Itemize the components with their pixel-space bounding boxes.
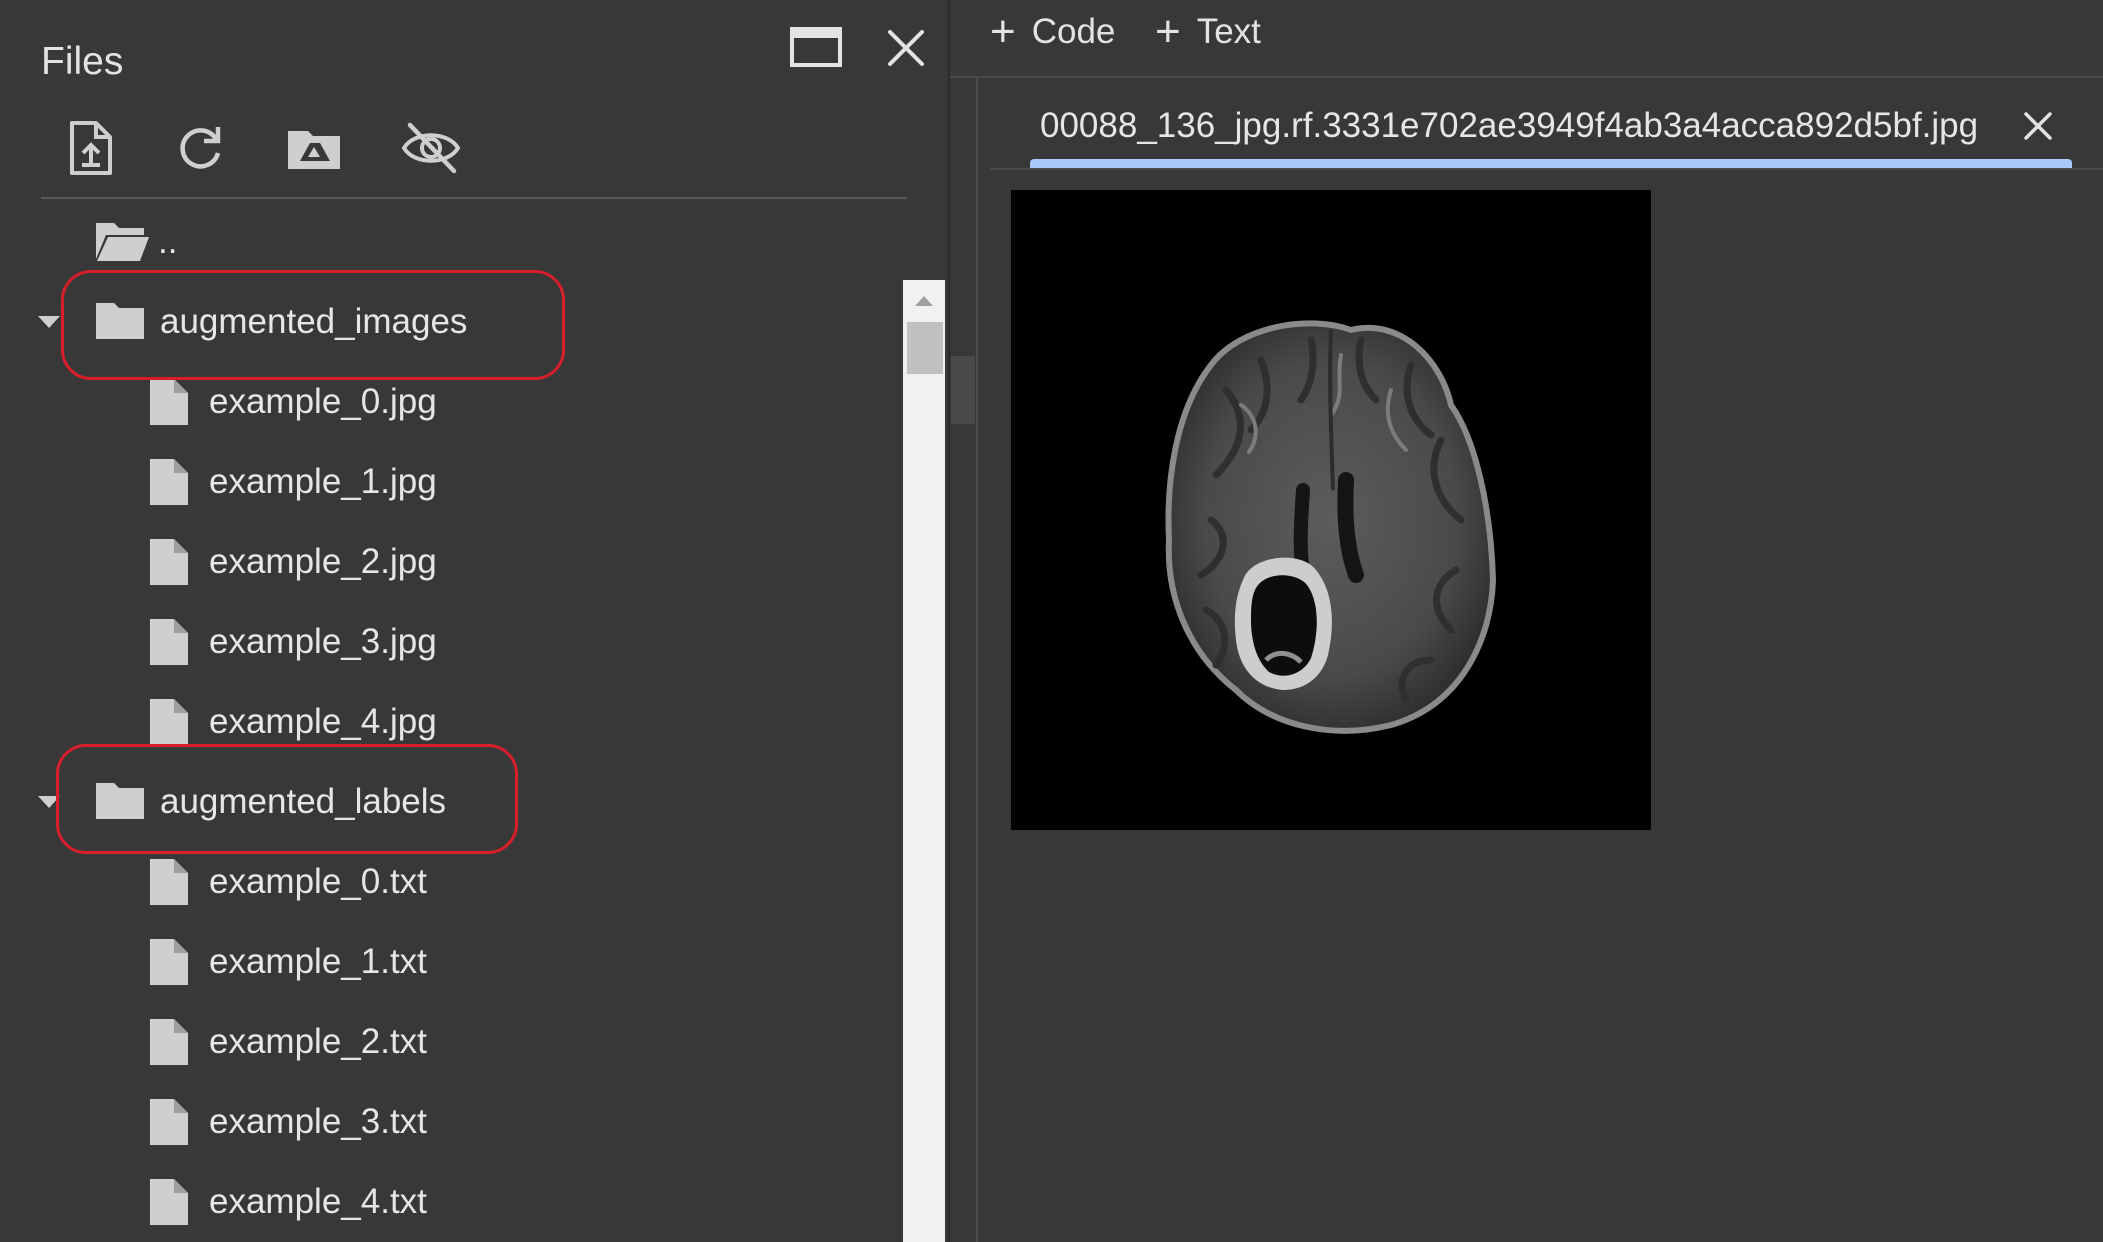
file-label: example_2.jpg (209, 542, 437, 581)
toolbar-separator (950, 76, 2103, 78)
file-icon (150, 459, 188, 505)
file-icon (150, 1099, 188, 1145)
folder-label: augmented_labels (160, 782, 447, 821)
file-row[interactable]: example_4.txt (0, 1162, 900, 1242)
close-icon (888, 30, 924, 66)
add-code-label: Code (1031, 12, 1116, 51)
open-in-window-icon (790, 27, 842, 67)
file-icon (150, 1179, 188, 1225)
file-row[interactable]: example_1.jpg (0, 442, 900, 522)
folder-icon (96, 783, 144, 819)
file-icon (150, 619, 188, 665)
file-row[interactable]: example_1.txt (0, 922, 900, 1002)
caret-down-icon[interactable] (38, 796, 60, 808)
file-label: example_4.jpg (209, 702, 437, 741)
close-panel-button[interactable] (886, 28, 926, 68)
close-tab-button[interactable] (2020, 108, 2056, 144)
tab-bar-divider (990, 168, 2103, 170)
folder-icon (96, 303, 144, 339)
tab-label: 00088_136_jpg.rf.3331e702ae3949f4ab3a4ac… (1040, 106, 1979, 145)
file-label: example_3.txt (209, 1102, 427, 1141)
splitter-handle[interactable] (951, 356, 975, 424)
active-tab-indicator (1030, 159, 2072, 168)
panel-title: Files (41, 40, 124, 83)
caret-down-icon[interactable] (38, 316, 60, 328)
notebook-toolbar: + Code + Text (950, 0, 2103, 76)
upload-file-icon (70, 121, 112, 175)
editor-left-rail (976, 78, 978, 1242)
file-icon (150, 539, 188, 585)
folder-open-icon (96, 223, 149, 261)
scroll-up-arrow-icon[interactable] (915, 296, 933, 306)
file-label: example_1.jpg (209, 462, 437, 501)
panel-splitter[interactable] (948, 0, 950, 1242)
file-row[interactable]: example_3.jpg (0, 602, 900, 682)
toolbar-divider (41, 197, 907, 199)
folder-row[interactable]: augmented_images (0, 282, 900, 362)
file-icon (150, 379, 188, 425)
scrollbar[interactable] (903, 280, 945, 1242)
refresh-icon (180, 127, 221, 169)
mount-drive-icon (288, 131, 340, 169)
hide-hidden-files-icon (401, 122, 461, 174)
file-row[interactable]: example_4.jpg (0, 682, 900, 762)
file-icon (150, 859, 188, 905)
file-icon (150, 939, 188, 985)
file-label: example_1.txt (209, 942, 427, 981)
brain-mri-image (1011, 190, 1651, 830)
file-label: example_0.txt (209, 862, 427, 901)
file-icon (150, 1019, 188, 1065)
upload-button[interactable] (60, 117, 122, 179)
file-row[interactable]: example_2.txt (0, 1002, 900, 1082)
file-icon (150, 699, 188, 745)
plus-icon: + (990, 7, 1016, 56)
mount-drive-button[interactable] (284, 117, 346, 179)
file-label: example_4.txt (209, 1182, 427, 1221)
folder-label: augmented_images (160, 302, 468, 341)
folder-row[interactable]: augmented_labels (0, 762, 900, 842)
file-label: example_2.txt (209, 1022, 427, 1061)
parent-directory-row[interactable]: .. (0, 202, 900, 282)
image-viewer (1011, 190, 1651, 830)
files-panel: Files .. augmented_images example_0.jpg … (0, 0, 948, 1242)
file-row[interactable]: example_2.jpg (0, 522, 900, 602)
plus-icon: + (1155, 7, 1181, 56)
refresh-button[interactable] (170, 117, 232, 179)
toggle-hidden-files-button[interactable] (400, 117, 462, 179)
add-code-button[interactable]: + Code (990, 10, 1115, 54)
file-row[interactable]: example_0.txt (0, 842, 900, 922)
file-row[interactable]: example_3.txt (0, 1082, 900, 1162)
add-text-label: Text (1196, 12, 1261, 51)
file-row[interactable]: example_0.jpg (0, 362, 900, 442)
open-in-window-button[interactable] (790, 26, 842, 68)
scrollbar-thumb[interactable] (907, 322, 943, 374)
file-label: example_0.jpg (209, 382, 437, 421)
add-text-button[interactable]: + Text (1155, 10, 1261, 54)
file-label: example_3.jpg (209, 622, 437, 661)
parent-directory-label: .. (158, 222, 178, 261)
close-icon (2024, 112, 2052, 140)
